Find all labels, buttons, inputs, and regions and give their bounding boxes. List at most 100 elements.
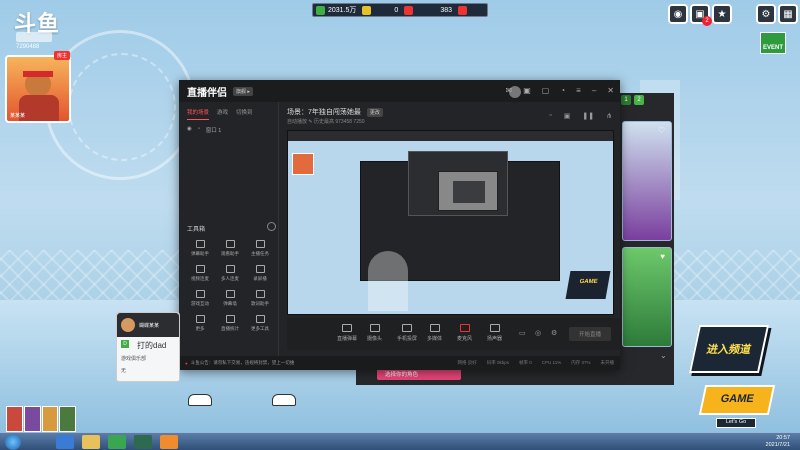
preview-subtitle: 自动播放 ✎ 历史最高 973458 7250 <box>287 119 365 125</box>
eye-icon[interactable]: ◎ <box>535 329 541 337</box>
media-icon <box>429 324 440 332</box>
share-icon[interactable]: ⋔ <box>606 112 612 120</box>
live-danmaku-button[interactable]: 直播弹幕 <box>337 324 357 342</box>
heart-icon[interactable]: ♡ <box>658 126 665 135</box>
tool-record[interactable]: 录屏播 <box>245 265 275 282</box>
taskbar-app2-icon[interactable] <box>134 435 152 449</box>
avatar-tag: 房主 <box>54 51 71 60</box>
eye-icon[interactable]: ◉ <box>187 126 192 134</box>
start-live-button[interactable]: 开始直播 <box>569 327 611 341</box>
stat-value-2: 0 <box>394 6 399 14</box>
toolbox-grid: 弹幕助手 观看助手 主播任务 视频连麦 多人连麦 录屏播 游戏互动 弹幕墙 歌词… <box>185 240 277 332</box>
tool-multi-link[interactable]: 多人连麦 <box>215 265 245 282</box>
camera-button[interactable]: 摄像头 <box>367 324 382 342</box>
scene-row[interactable]: ◉ ▫ 窗口 1 <box>179 120 278 140</box>
chat-popup[interactable]: 蝴蝶某某 D 打的dad 游戏俱乐部 无 <box>116 312 180 382</box>
pause-icon[interactable]: ❚❚ <box>582 112 594 120</box>
tools-icon <box>255 315 265 323</box>
gift-icon[interactable]: ▣ <box>564 112 571 120</box>
gear-icon[interactable]: ⚙ <box>551 329 557 337</box>
preview-character <box>368 251 408 311</box>
toolbox-settings-icon[interactable] <box>267 222 276 231</box>
menu-icon[interactable]: ≡ <box>576 86 581 95</box>
menu-button[interactable]: ▦ <box>778 4 798 24</box>
stats-icon <box>225 315 235 323</box>
preview-header: 场景：7年独自闯荡她最 更改 自动播放 ✎ 历史最高 973458 7250 ▫… <box>287 104 620 128</box>
notice-text: 斗鱼公告：请勿私下交易，违规将封禁，望上一切维 <box>190 360 295 365</box>
character-thumb-2[interactable] <box>23 406 41 432</box>
tool-more[interactable]: 更多 <box>185 315 215 332</box>
character-thumb-3[interactable] <box>41 406 59 432</box>
taskbar-ie-icon[interactable] <box>56 435 74 449</box>
star-button[interactable]: ★ <box>712 4 732 24</box>
taskbar-clock[interactable]: 20:57 2021/7/21 <box>766 435 790 449</box>
media-button[interactable]: 多媒体 <box>427 324 442 342</box>
character-card-2[interactable]: ♥ <box>622 247 672 347</box>
lets-go-label[interactable]: Let's Go <box>716 418 756 428</box>
minimize-icon[interactable]: – <box>592 86 596 95</box>
settings-button[interactable]: ⚙ <box>756 4 776 24</box>
download-icon <box>225 265 235 273</box>
tool-video-link[interactable]: 视频连麦 <box>185 265 215 282</box>
tool-lyrics[interactable]: 歌词助手 <box>245 290 275 307</box>
bell-icon[interactable]: ◔ <box>560 86 565 95</box>
panel-chip-1[interactable]: 1 <box>621 95 631 105</box>
lyrics-icon <box>255 290 265 298</box>
lock-icon[interactable]: ▫ <box>549 112 551 120</box>
panel-chip-2[interactable]: 2 <box>634 95 644 105</box>
version-badge[interactable]: 旗舰 ▸ <box>233 86 253 96</box>
player-avatar-card[interactable]: 某某某 <box>5 55 71 123</box>
gift-icon[interactable]: ▣ <box>523 86 531 95</box>
lock-icon[interactable]: ▫ <box>198 126 200 134</box>
tab-switch[interactable]: 切换到 <box>236 108 253 120</box>
live-controls-bar: 直播弹幕 摄像头 手机投屏 多媒体 麦克风 扬声器 ▭ ◎ ⚙ 开始直播 <box>287 318 620 350</box>
camera-icon <box>369 324 380 332</box>
stat-value-1: 2031.5万 <box>328 7 357 14</box>
chevron-down-icon[interactable]: ⌄ <box>660 351 667 360</box>
mail-icon[interactable]: ✉ <box>506 86 513 95</box>
character-card-1[interactable]: ♡ <box>622 121 672 241</box>
message-icon[interactable]: ▢ <box>542 86 550 95</box>
speaker-button[interactable]: 扬声器 <box>487 324 502 342</box>
tool-danmaku-wall[interactable]: 弹幕墙 <box>215 290 245 307</box>
tool-task[interactable]: 主播任务 <box>245 240 275 257</box>
taskbar-folder-icon[interactable] <box>82 435 100 449</box>
wall-icon <box>225 290 235 298</box>
camera-small-icon[interactable]: ▭ <box>519 329 526 337</box>
character-thumb-4[interactable] <box>59 406 76 432</box>
tool-viewer[interactable]: 观看助手 <box>215 240 245 257</box>
record-button[interactable]: ◉ <box>668 4 688 24</box>
microphone-button[interactable]: 麦克风 <box>457 324 472 342</box>
phone-icon <box>402 324 412 332</box>
add-icon[interactable] <box>458 5 468 15</box>
tab-game[interactable]: 游戏 <box>217 108 228 120</box>
phone-cast-button[interactable]: 手机投屏 <box>397 324 417 342</box>
edit-title-button[interactable]: 更改 <box>366 108 383 117</box>
tool-game-interact[interactable]: 游戏互动 <box>185 290 215 307</box>
enter-channel-button[interactable]: 进入频道 <box>688 325 770 373</box>
tool-danmaku[interactable]: 弹幕助手 <box>185 240 215 257</box>
danmaku-icon <box>342 324 352 332</box>
status-bar: ● 斗鱼公告：请勿私下交易，违规将封禁，望上一切维 网络 良好 码率 0kbps… <box>179 356 620 370</box>
heart-icon[interactable]: ♥ <box>660 252 665 261</box>
points-icon <box>316 5 325 15</box>
start-menu-icon[interactable] <box>5 434 21 450</box>
video-icon <box>195 265 205 273</box>
taskbar-app-icon[interactable] <box>108 435 126 449</box>
window-titlebar: 直播伴侣 旗舰 ▸ ✉ ▣ ▢ ◔ ≡ – ✕ <box>179 80 620 102</box>
character-thumb-1[interactable] <box>6 406 23 432</box>
stream-preview[interactable]: GAME <box>287 130 614 315</box>
tab-my-scenes[interactable]: 我的场景 <box>187 108 210 120</box>
chat-line-1: 游戏俱乐部 <box>121 356 147 362</box>
windows-taskbar: 20:57 2021/7/21 <box>0 432 800 450</box>
tool-stats[interactable]: 直播统计 <box>215 315 245 332</box>
taskbar-app3-icon[interactable] <box>160 435 178 449</box>
tool-more-tools[interactable]: 更多工具 <box>245 315 275 332</box>
close-icon[interactable]: ✕ <box>607 86 614 95</box>
event-button[interactable]: EVENT <box>760 32 786 54</box>
avatar-headband <box>23 71 53 77</box>
game-button[interactable]: GAME <box>698 385 776 415</box>
game-icon <box>195 290 205 298</box>
gift-button[interactable]: ▣ 2 <box>690 4 712 26</box>
chat-username: 蝴蝶某某 <box>139 322 160 329</box>
